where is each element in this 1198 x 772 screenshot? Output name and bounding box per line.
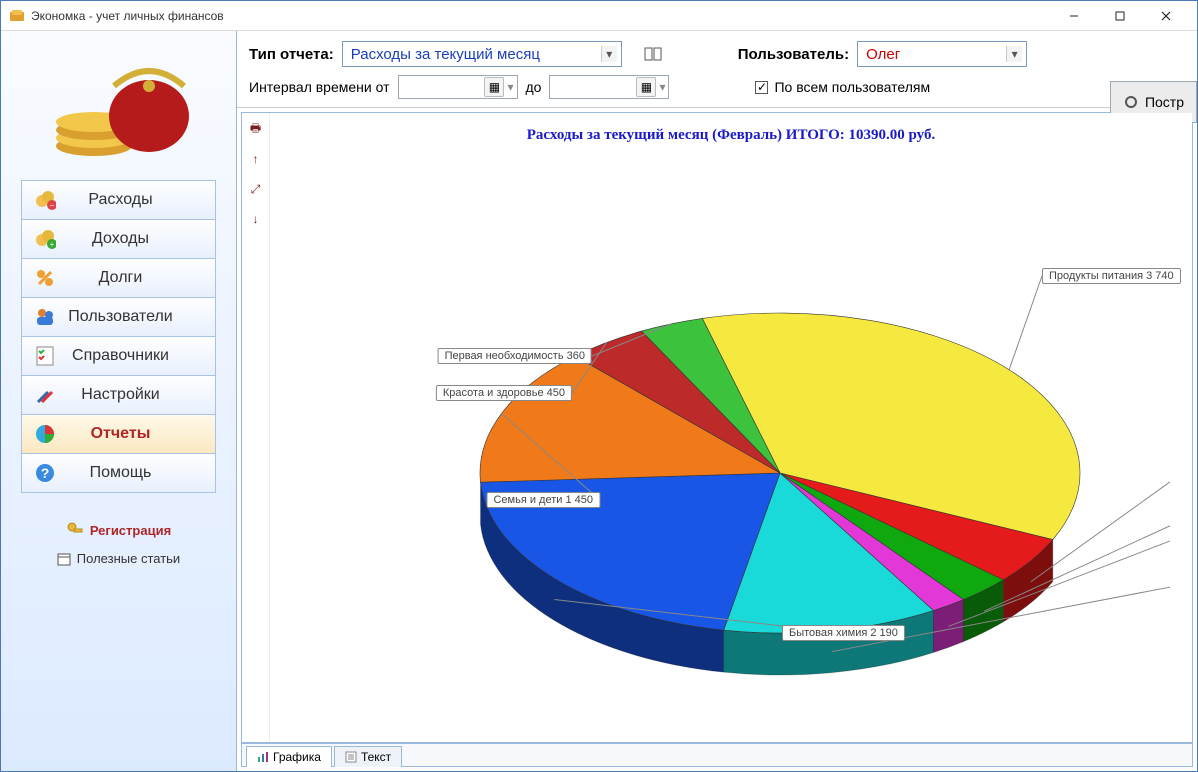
help-icon: ? bbox=[34, 462, 56, 484]
nav-label: Расходы bbox=[68, 191, 202, 209]
date-from-field[interactable]: ▦ ▾ bbox=[398, 75, 518, 99]
nav-label: Долги bbox=[68, 269, 202, 287]
nav-label: Помощь bbox=[68, 464, 202, 482]
chart-title: Расходы за текущий месяц (Февраль) ИТОГО… bbox=[270, 113, 1192, 144]
minimize-button[interactable] bbox=[1051, 1, 1097, 31]
interval-label: Интервал времени от bbox=[249, 79, 390, 95]
sidebar-item-6[interactable]: Отчеты bbox=[21, 414, 215, 454]
calendar-icon[interactable]: ▦ bbox=[484, 77, 504, 97]
user-label: Пользователь: bbox=[738, 46, 849, 63]
chart-tools: 🖶 ↑ ⤢ ↓ bbox=[242, 113, 270, 742]
registration-label: Регистрация bbox=[90, 523, 171, 538]
sidebar-item-1[interactable]: + Доходы bbox=[21, 219, 215, 259]
all-users-checkbox[interactable]: ✓ По всем пользователям bbox=[755, 79, 930, 95]
window-title: Экономка - учет личных финансов bbox=[31, 9, 1051, 23]
report-type-combo[interactable]: Расходы за текущий месяц ▾ bbox=[342, 41, 622, 67]
sidebar: − Расходы + Доходы Долги Пользователи Справочн… bbox=[1, 31, 237, 771]
calendar-icon bbox=[57, 552, 71, 566]
window-controls bbox=[1051, 1, 1189, 31]
book-icon[interactable] bbox=[644, 47, 662, 61]
nav-label: Отчеты bbox=[68, 425, 202, 443]
coins-plus-icon: + bbox=[34, 228, 56, 250]
report-tabs: Графика Текст bbox=[241, 743, 1193, 767]
sidebar-item-7[interactable]: ? Помощь bbox=[21, 453, 215, 493]
user-value: Олег bbox=[862, 46, 1006, 63]
chevron-down-icon: ▾ bbox=[601, 46, 617, 62]
checkbox-box: ✓ bbox=[755, 81, 768, 94]
sidebar-item-3[interactable]: Пользователи bbox=[21, 297, 215, 337]
app-logo bbox=[1, 31, 236, 181]
tab-graphic[interactable]: Графика bbox=[246, 746, 332, 767]
arrow-down-icon[interactable]: ↓ bbox=[248, 211, 264, 227]
sidebar-item-4[interactable]: Справочники bbox=[21, 336, 215, 376]
nav-label: Настройки bbox=[68, 386, 202, 404]
callout-8: Первая необходимость 360 bbox=[438, 348, 592, 364]
articles-label: Полезные статьи bbox=[77, 551, 180, 566]
report-type-label: Тип отчета: bbox=[249, 46, 334, 63]
app-icon bbox=[9, 8, 25, 24]
user-combo[interactable]: Олег ▾ bbox=[857, 41, 1027, 67]
coins-minus-icon: − bbox=[34, 189, 56, 211]
svg-text:−: − bbox=[50, 201, 55, 210]
nav-label: Справочники bbox=[68, 347, 202, 365]
users-icon bbox=[34, 306, 56, 328]
maximize-button[interactable] bbox=[1097, 1, 1143, 31]
interval-to-label: до bbox=[526, 79, 542, 95]
content-area: Тип отчета: Расходы за текущий месяц ▾ П… bbox=[237, 31, 1197, 771]
svg-text:+: + bbox=[50, 240, 55, 249]
percent-icon bbox=[34, 267, 56, 289]
chevron-down-icon: ▾ bbox=[1006, 46, 1022, 62]
chart-area: Расходы за текущий месяц (Февраль) ИТОГО… bbox=[270, 113, 1192, 742]
sidebar-item-5[interactable]: Настройки bbox=[21, 375, 215, 415]
sidebar-item-2[interactable]: Долги bbox=[21, 258, 215, 298]
registration-link[interactable]: Регистрация bbox=[66, 521, 171, 539]
all-users-label: По всем пользователям bbox=[774, 79, 930, 95]
calendar-icon[interactable]: ▦ bbox=[636, 77, 656, 97]
app-window: Экономка - учет личных финансов −Расх bbox=[0, 0, 1198, 772]
gear-icon bbox=[1123, 94, 1139, 110]
checklist-icon bbox=[34, 345, 56, 367]
print-icon[interactable]: 🖶 bbox=[248, 121, 264, 137]
tab-text-label: Текст bbox=[361, 750, 391, 764]
tools-icon bbox=[34, 384, 56, 406]
articles-link[interactable]: Полезные статьи bbox=[57, 551, 180, 566]
text-icon bbox=[345, 751, 357, 763]
tab-text[interactable]: Текст bbox=[334, 746, 402, 767]
report-toolbar: Тип отчета: Расходы за текущий месяц ▾ П… bbox=[237, 31, 1197, 108]
reset-zoom-icon[interactable]: ⤢ bbox=[248, 181, 264, 197]
nav-label: Доходы bbox=[68, 230, 202, 248]
callout-0: Продукты питания 3 740 bbox=[1042, 268, 1181, 284]
key-icon bbox=[66, 521, 84, 539]
titlebar: Экономка - учет личных финансов bbox=[1, 1, 1197, 31]
svg-text:?: ? bbox=[41, 465, 50, 481]
callout-5: Бытовая химия 2 190 bbox=[782, 625, 905, 641]
pie-icon bbox=[34, 423, 56, 445]
report-type-value: Расходы за текущий месяц bbox=[347, 46, 601, 63]
close-button[interactable] bbox=[1143, 1, 1189, 31]
callout-7: Красота и здоровье 450 bbox=[436, 385, 572, 401]
chart-icon bbox=[257, 751, 269, 763]
report-canvas: 🖶 ↑ ⤢ ↓ Расходы за текущий месяц (Феврал… bbox=[241, 112, 1193, 743]
callout-6: Семья и дети 1 450 bbox=[486, 492, 600, 508]
date-to-field[interactable]: ▦ ▾ bbox=[549, 75, 669, 99]
build-button-label: Постр bbox=[1145, 94, 1184, 110]
nav-label: Пользователи bbox=[68, 308, 202, 326]
arrow-up-icon[interactable]: ↑ bbox=[248, 151, 264, 167]
sidebar-item-0[interactable]: − Расходы bbox=[21, 180, 215, 220]
tab-graphic-label: Графика bbox=[273, 750, 321, 764]
